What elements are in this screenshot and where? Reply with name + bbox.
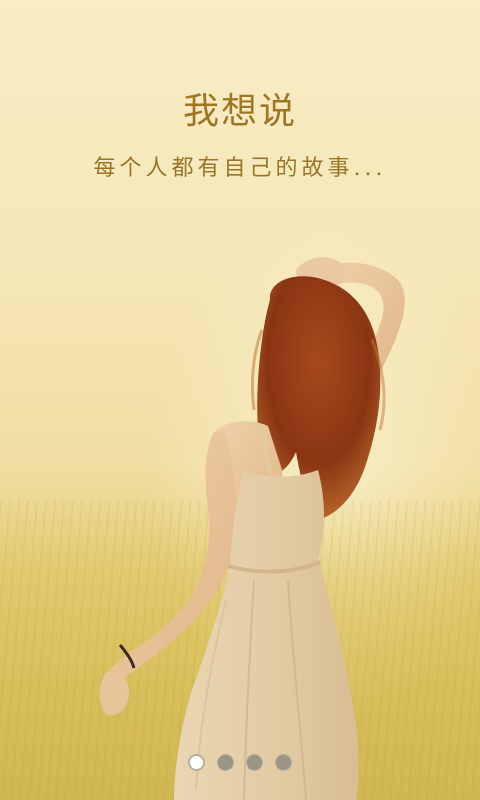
page-dot-4[interactable] [275,754,292,771]
page-indicator [0,754,480,774]
dress [174,470,359,800]
page-subtitle: 每个人都有自己的故事... [93,156,387,181]
page-dot-2[interactable] [217,754,234,771]
left-hand [99,672,130,716]
splash-screen[interactable]: 我想说 每个人都有自己的故事... [0,0,480,800]
page-dot-1[interactable] [188,754,205,771]
page-dot-3[interactable] [246,754,263,771]
page-title: 我想说 [182,91,297,132]
